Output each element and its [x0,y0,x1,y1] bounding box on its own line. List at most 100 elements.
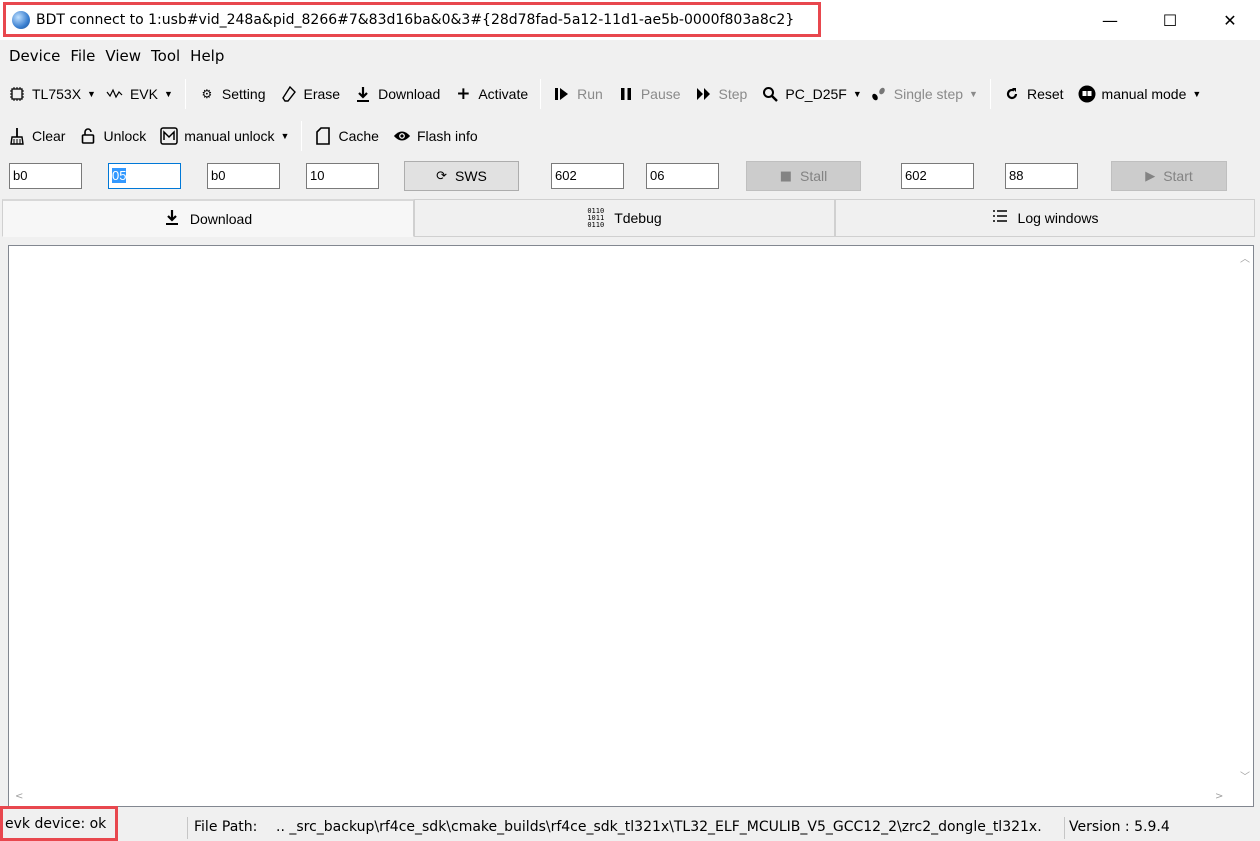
activate-label: Activate [478,86,529,102]
footsteps-icon [870,85,888,103]
run-button[interactable]: Run [553,85,603,103]
single-step-label: Single step [893,86,964,102]
menu-device[interactable]: Device [9,47,60,65]
field-1[interactable]: b0 [9,163,82,189]
list-icon [992,209,1008,227]
board-select-dropdown[interactable]: EVK ▼ [106,85,173,103]
pause-button[interactable]: Pause [617,85,681,103]
cache-label: Cache [338,128,379,144]
tab-tdebug[interactable]: 0110 1011 0110 Tdebug [414,199,835,237]
horizontal-scrollbar[interactable]: < > [9,789,1237,806]
scroll-up-icon[interactable]: ︿ [1240,250,1250,265]
field-2-value: 05 [112,168,127,183]
clear-button[interactable]: Clear [8,127,65,145]
cache-button[interactable]: Cache [314,127,379,145]
reset-button[interactable]: Reset [1003,85,1064,103]
play-icon: ▶ [1145,168,1156,184]
field-4[interactable]: 10 [306,163,379,189]
app-window: BDT connect to 1:usb#vid_248a&pid_8266#7… [0,0,1260,841]
pc-label: PC_D25F [785,86,847,102]
mode-label: manual mode [1101,86,1187,102]
activate-button[interactable]: + Activate [454,84,529,104]
chip-icon [8,85,26,103]
broom-icon [8,127,26,145]
tab-log-windows-label: Log windows [1017,210,1099,226]
menu-file[interactable]: File [70,47,95,65]
device-status: evk device: ok [0,806,118,841]
version-text: Version : 5.9.4 [1069,819,1170,835]
tab-log-windows[interactable]: Log windows [835,199,1255,237]
plus-icon: + [456,84,471,104]
vertical-scrollbar[interactable]: ︿ ﹀ [1236,246,1253,806]
flash-info-button[interactable]: Flash info [393,127,478,145]
field-5[interactable]: 602 [551,163,624,189]
scroll-down-icon[interactable]: ﹀ [1240,768,1250,783]
field-3[interactable]: b0 [207,163,280,189]
field-8[interactable]: 88 [1005,163,1078,189]
field-7[interactable]: 602 [901,163,974,189]
status-bar: evk device: ok File Path: .. _src_backup… [0,806,1260,841]
sws-label: SWS [455,168,487,184]
field-2[interactable]: 05 [108,163,181,189]
minimize-button[interactable]: — [1080,0,1140,40]
download-icon [354,85,372,103]
chevron-down-icon: ▼ [852,89,862,99]
reset-label: Reset [1026,86,1064,102]
step-button[interactable]: Step [695,85,747,103]
window-title: BDT connect to 1:usb#vid_248a&pid_8266#7… [36,11,795,28]
magnifier-icon [761,85,779,103]
field-6[interactable]: 06 [646,163,719,189]
run-icon [553,85,571,103]
mode-icon [1078,85,1096,103]
scroll-right-icon[interactable]: > [1215,791,1223,802]
start-button[interactable]: ▶ Start [1111,161,1227,191]
chip-select-dropdown[interactable]: TL753X ▼ [8,85,96,103]
register-input-row: b0 05 b0 10 ⟳ SWS 602 06 ■ Stall 602 88 … [0,156,1260,196]
run-label: Run [577,86,603,102]
sws-button[interactable]: ⟳ SWS [404,161,519,191]
manual-unlock-icon [160,127,179,145]
manual-unlock-dropdown[interactable]: manual unlock ▼ [160,127,289,145]
chevron-down-icon: ▼ [1192,89,1202,99]
download-button[interactable]: Download [354,85,440,103]
pc-dropdown[interactable]: PC_D25F ▼ [761,85,862,103]
start-label: Start [1163,168,1193,184]
setting-label: Setting [221,86,266,102]
stop-icon: ■ [779,168,793,184]
erase-button[interactable]: Erase [280,85,340,103]
chevron-down-icon: ▼ [280,131,290,141]
menu-help[interactable]: Help [190,47,224,65]
close-button[interactable]: ✕ [1200,0,1260,40]
title-highlight: BDT connect to 1:usb#vid_248a&pid_8266#7… [3,2,821,37]
download-label: Download [378,86,441,102]
scroll-left-icon[interactable]: < [15,791,23,802]
unlock-button[interactable]: Unlock [79,127,146,145]
toolbar-separator [540,79,542,109]
tab-download[interactable]: Download [2,199,414,237]
secondary-toolbar: Clear Unlock manual unlock ▼ Cache Flash… [0,117,492,155]
pause-icon [617,85,635,103]
setting-button[interactable]: ⚙ Setting [198,85,266,103]
clear-label: Clear [32,128,66,144]
maximize-button[interactable]: ☐ [1140,0,1200,40]
menu-tool[interactable]: Tool [151,47,180,65]
status-divider [187,817,188,839]
menu-view[interactable]: View [105,47,141,65]
sd-card-icon [314,127,332,145]
output-pane[interactable]: ︿ ﹀ < > [8,245,1254,807]
mode-dropdown[interactable]: manual mode ▼ [1078,85,1202,103]
title-bar: BDT connect to 1:usb#vid_248a&pid_8266#7… [0,0,1260,40]
download-icon [164,209,180,229]
minimize-icon: — [1102,10,1118,30]
tab-tdebug-label: Tdebug [614,210,662,226]
gear-icon: ⚙ [201,87,213,101]
waveform-icon [106,85,124,103]
maximize-icon: ☐ [1162,10,1178,30]
single-step-dropdown[interactable]: Single step ▼ [870,85,978,103]
binary-icon: 0110 1011 0110 [587,206,605,229]
stall-button[interactable]: ■ Stall [746,161,861,191]
pause-label: Pause [640,86,681,102]
file-path-label: File Path: [194,819,258,835]
tab-download-label: Download [189,210,253,227]
file-path-value: .. _src_backup\rf4ce_sdk\cmake_builds\rf… [276,819,1042,835]
